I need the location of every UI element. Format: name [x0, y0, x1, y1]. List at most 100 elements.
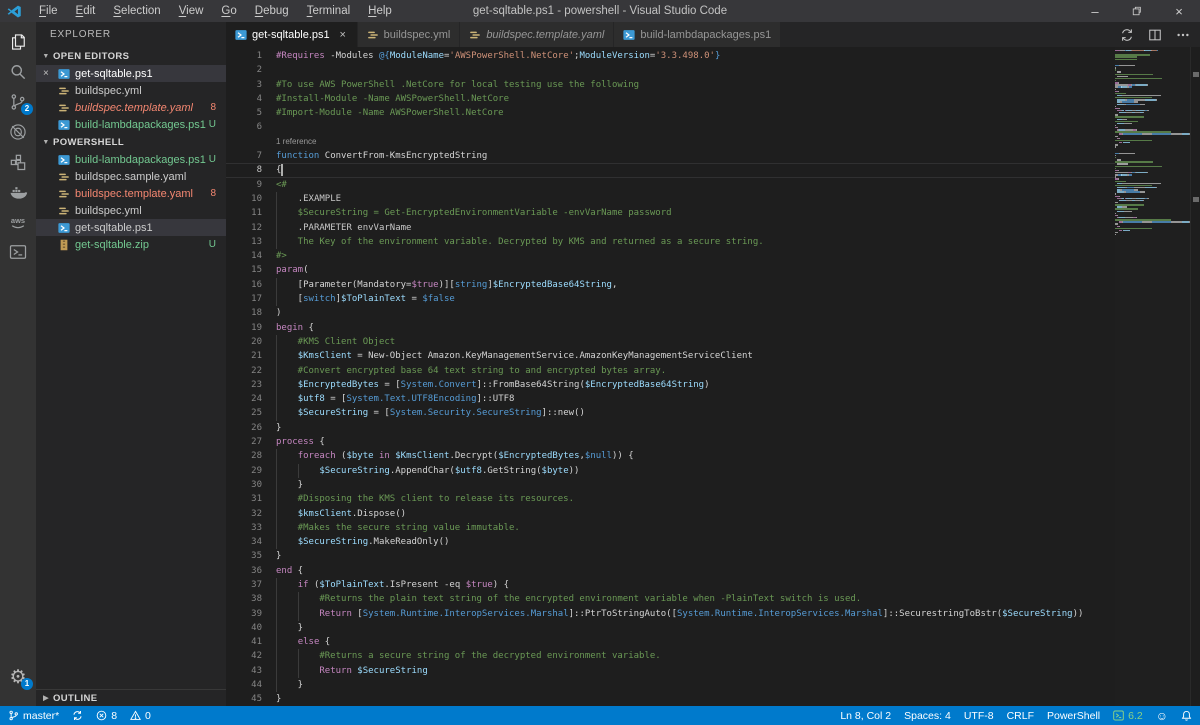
code-line[interactable]: 24 $utf8 = [System.Text.UTF8Encoding]::U…: [226, 392, 1115, 406]
code-line[interactable]: 13 The Key of the environment variable. …: [226, 235, 1115, 249]
code-line[interactable]: 45}: [226, 692, 1115, 706]
more-actions-icon[interactable]: [1176, 28, 1190, 42]
status-item-sync[interactable]: [72, 710, 83, 721]
code-line[interactable]: 12 .PARAMETER envVarName: [226, 221, 1115, 235]
code-line[interactable]: 33 #Makes the secure string value immuta…: [226, 521, 1115, 535]
split-editor-icon[interactable]: [1148, 28, 1162, 42]
open-changes-icon[interactable]: [1120, 28, 1134, 42]
status-item[interactable]: UTF-8: [964, 710, 994, 722]
code-line[interactable]: 4#Install-Module -Name AWSPowerShell.Net…: [226, 92, 1115, 106]
code-line[interactable]: 16 [Parameter(Mandatory=$true)][string]$…: [226, 278, 1115, 292]
code-line[interactable]: 6: [226, 120, 1115, 134]
code-line[interactable]: 18): [226, 306, 1115, 320]
code-line[interactable]: 43 Return $SecureString: [226, 664, 1115, 678]
folder-section-header[interactable]: ▼ POWERSHELL: [36, 133, 226, 151]
code-line[interactable]: 2: [226, 63, 1115, 77]
code-line[interactable]: 5#Import-Module -Name AWSPowerShell.NetC…: [226, 106, 1115, 120]
sidebar-item-get-sqltable.ps1[interactable]: get-sqltable.ps1: [36, 219, 226, 236]
code-line[interactable]: 19begin {: [226, 321, 1115, 335]
tab-get-sqltable.ps1[interactable]: get-sqltable.ps1×: [226, 22, 358, 47]
code-line[interactable]: 29 $SecureString.AppendChar($utf8.GetStr…: [226, 464, 1115, 478]
status-item[interactable]: PowerShell: [1047, 710, 1100, 722]
activity-aws-icon[interactable]: aws: [0, 207, 36, 237]
status-item-error-circle[interactable]: 8: [96, 710, 117, 722]
activity-docker-icon[interactable]: [0, 177, 36, 207]
activity-extensions-icon[interactable]: [0, 147, 36, 177]
code-line[interactable]: 27process {: [226, 435, 1115, 449]
activity-debug-icon[interactable]: [0, 117, 36, 147]
menu-help[interactable]: Help: [359, 5, 401, 17]
close-icon[interactable]: ×: [338, 29, 348, 41]
code-line[interactable]: 3#To use AWS PowerShell .NetCore for loc…: [226, 78, 1115, 92]
code-line[interactable]: 40 }: [226, 621, 1115, 635]
code-line[interactable]: 11 $SecureString = Get-EncryptedEnvironm…: [226, 206, 1115, 220]
status-item[interactable]: Ln 8, Col 2: [840, 710, 891, 722]
sidebar-item-build-lambdapackages.ps1[interactable]: build-lambdapackages.ps1U: [36, 116, 226, 133]
tab-buildspec.template.yaml[interactable]: buildspec.template.yaml: [460, 22, 614, 47]
sidebar-item-get-sqltable.zip[interactable]: get-sqltable.zipU: [36, 236, 226, 253]
code-line[interactable]: 17 [switch]$ToPlainText = $false: [226, 292, 1115, 306]
activity-powershell-terminal-icon[interactable]: [0, 237, 36, 267]
sidebar-item-buildspec.yml[interactable]: buildspec.yml: [36, 82, 226, 99]
tab-buildspec.yml[interactable]: buildspec.yml: [358, 22, 461, 47]
code-line[interactable]: 39 Return [System.Runtime.InteropService…: [226, 607, 1115, 621]
codelens-label[interactable]: 1 reference: [276, 137, 316, 146]
code-line[interactable]: 8{: [226, 163, 1115, 177]
code-line[interactable]: 30 }: [226, 478, 1115, 492]
code-line[interactable]: 22 #Convert encrypted base 64 text strin…: [226, 364, 1115, 378]
code-line[interactable]: 42 #Returns a secure string of the decry…: [226, 649, 1115, 663]
sidebar-item-buildspec.sample.yaml[interactable]: buildspec.sample.yaml: [36, 168, 226, 185]
code-line[interactable]: 37 if ($ToPlainText.IsPresent -eq $true)…: [226, 578, 1115, 592]
code-line[interactable]: 26}: [226, 421, 1115, 435]
codelens[interactable]: 1 reference: [226, 135, 1115, 149]
code-line[interactable]: 32 $kmsClient.Dispose(): [226, 507, 1115, 521]
code-line[interactable]: 14#>: [226, 249, 1115, 263]
status-item-smiley[interactable]: ☺: [1156, 710, 1168, 722]
menu-edit[interactable]: Edit: [67, 5, 105, 17]
status-item[interactable]: Spaces: 4: [904, 710, 951, 722]
code-line[interactable]: 28 foreach ($byte in $KmsClient.Decrypt(…: [226, 449, 1115, 463]
menu-view[interactable]: View: [170, 5, 213, 17]
sidebar-item-get-sqltable.ps1[interactable]: ×get-sqltable.ps1: [36, 65, 226, 82]
restore-button[interactable]: [1116, 0, 1158, 22]
status-item[interactable]: CRLF: [1007, 710, 1034, 722]
code-line[interactable]: 7function ConvertFrom-KmsEncryptedString: [226, 149, 1115, 163]
sidebar-item-build-lambdapackages.ps1[interactable]: build-lambdapackages.ps1U: [36, 151, 226, 168]
open-editors-header[interactable]: ▼ OPEN EDITORS: [36, 47, 226, 65]
settings-gear-icon[interactable]: ⚙1: [0, 662, 36, 692]
code-line[interactable]: 38 #Returns the plain text string of the…: [226, 592, 1115, 606]
code-line[interactable]: 9<#: [226, 178, 1115, 192]
status-item-bell[interactable]: [1181, 710, 1192, 721]
menu-go[interactable]: Go: [212, 5, 245, 17]
code-line[interactable]: 10 .EXAMPLE: [226, 192, 1115, 206]
minimap[interactable]: [1115, 47, 1190, 706]
code-line[interactable]: 15param(: [226, 263, 1115, 277]
menu-debug[interactable]: Debug: [246, 5, 298, 17]
close-icon[interactable]: ×: [43, 68, 55, 79]
status-item-warning-triangle[interactable]: 0: [130, 710, 151, 722]
code-line[interactable]: 31 #Disposing the KMS client to release …: [226, 492, 1115, 506]
menu-selection[interactable]: Selection: [104, 5, 169, 17]
code-area[interactable]: 1#Requires -Modules @{ModuleName='AWSPow…: [226, 47, 1115, 706]
activity-explorer-icon[interactable]: [0, 27, 36, 57]
tab-build-lambdapackages.ps1[interactable]: build-lambdapackages.ps1: [614, 22, 781, 47]
close-window-button[interactable]: ×: [1158, 0, 1200, 22]
activity-search-icon[interactable]: [0, 57, 36, 87]
status-item-git-branch[interactable]: master*: [8, 710, 59, 722]
code-line[interactable]: 44 }: [226, 678, 1115, 692]
code-line[interactable]: 20 #KMS Client Object: [226, 335, 1115, 349]
code-line[interactable]: 35}: [226, 549, 1115, 563]
sidebar-item-buildspec.yml[interactable]: buildspec.yml: [36, 202, 226, 219]
code-line[interactable]: 41 else {: [226, 635, 1115, 649]
activity-source-control-icon[interactable]: 2: [0, 87, 36, 117]
code-line[interactable]: 34 $SecureString.MakeReadOnly(): [226, 535, 1115, 549]
menu-file[interactable]: File: [30, 5, 67, 17]
sidebar-item-buildspec.template.yaml[interactable]: buildspec.template.yaml8: [36, 99, 226, 116]
code-line[interactable]: 23 $EncryptedBytes = [System.Convert]::F…: [226, 378, 1115, 392]
minimize-button[interactable]: –: [1074, 0, 1116, 22]
status-item-powershell-version[interactable]: 6.2: [1113, 710, 1143, 722]
sidebar-item-buildspec.template.yaml[interactable]: buildspec.template.yaml8: [36, 185, 226, 202]
menu-terminal[interactable]: Terminal: [298, 5, 359, 17]
code-line[interactable]: 25 $SecureString = [System.Security.Secu…: [226, 406, 1115, 420]
code-line[interactable]: 21 $KmsClient = New-Object Amazon.KeyMan…: [226, 349, 1115, 363]
